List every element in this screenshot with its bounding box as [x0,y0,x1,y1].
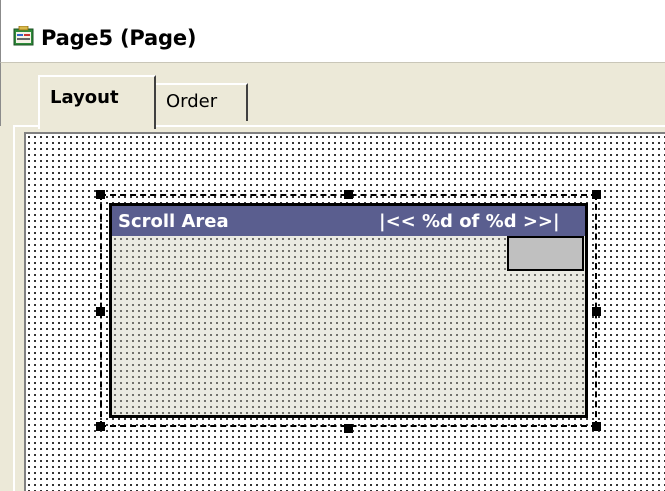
resize-handle-bottom-right[interactable] [592,422,601,431]
scroll-area-title: Scroll Area [118,211,229,232]
resize-handle-top-left[interactable] [96,190,105,199]
resize-handle-left[interactable] [96,307,105,316]
resize-handle-bottom-left[interactable] [96,422,105,431]
scroll-area-field[interactable] [507,236,584,271]
page-form-icon [13,26,34,46]
scroll-area-header: Scroll Area |<< %d of %d >>| [112,206,585,236]
tab-strip: Layout Order [0,62,665,129]
scroll-area-widget[interactable]: Scroll Area |<< %d of %d >>| [109,203,588,418]
tab-order[interactable]: Order [156,83,248,121]
window-title: Page5 (Page) [41,26,197,50]
scroll-area-pager: |<< %d of %d >>| [379,211,560,232]
resize-handle-top-right[interactable] [592,190,601,199]
resize-handle-bottom[interactable] [344,424,353,433]
resize-handle-right[interactable] [592,307,601,316]
tab-layout[interactable]: Layout [38,75,156,129]
title-bar: Page5 (Page) [0,0,665,62]
resize-handle-top[interactable] [344,190,353,199]
